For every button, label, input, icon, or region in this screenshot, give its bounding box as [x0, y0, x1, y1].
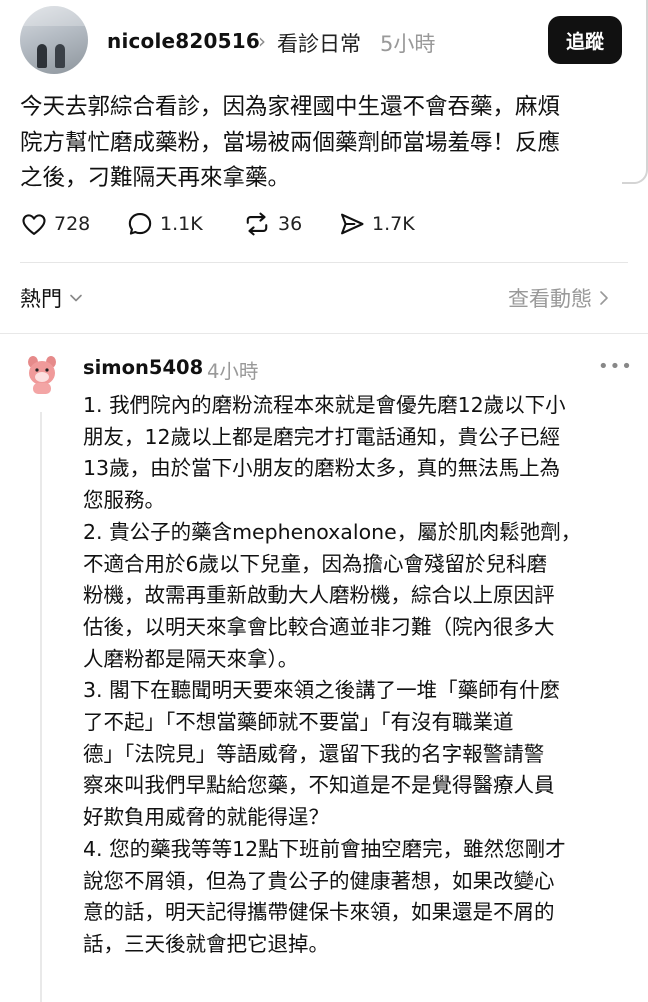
post-line: 院方幫忙磨成藥粉，當場被兩個藥劑師當場羞辱！反應: [20, 129, 561, 156]
follow-button[interactable]: 追蹤: [548, 16, 622, 64]
reply-line: 您服務。: [83, 488, 165, 513]
post-line: 之後，刁難隔天再來拿藥。: [20, 165, 291, 191]
reply-line: 13歲，由於當下小朋友的磨粉太多，真的無法馬上為: [83, 456, 561, 481]
share-count: 1.7K: [372, 213, 415, 235]
send-icon: [341, 213, 364, 235]
reply-line: 朋友，12歲以上都是磨完才打電話通知，貴公子已經: [83, 424, 561, 449]
reply-line: 意的話，明天記得攜帶健保卡來領，如果還是不屑的: [83, 900, 555, 925]
divider: [20, 262, 628, 263]
divider: [0, 333, 648, 334]
reply-line: 4. 您的藥我等等12點下班前會抽空磨完，雖然您剛才: [83, 836, 566, 861]
reply-line: 3. 閣下在聽聞明天要來領之後講了一堆「藥師有什麼: [83, 678, 561, 703]
post-line: 今天去郭綜合看診，因為家裡國中生還不會吞藥，麻煩: [20, 94, 561, 120]
author-avatar[interactable]: [20, 6, 88, 74]
view-activity-label: 查看動態: [508, 287, 592, 311]
reply-line: 說您不屑領，但為了貴公子的健康著想，如果改變心: [83, 868, 555, 893]
reply-line: 粉機，故需再重新啟動大人磨粉機，綜合以上原因評: [83, 583, 555, 608]
reply-line: 好欺負用威脅的就能得逞？: [83, 805, 329, 830]
post-body: 今天去郭綜合看診，因為家裡國中生還不會吞藥，麻煩 院方幫忙磨成藥粉，當場被兩個藥…: [20, 90, 625, 197]
comment-count: 1.1K: [160, 213, 203, 235]
reply-line: 人磨粉都是隔天來拿）。: [83, 646, 299, 671]
chevron-down-icon: [70, 294, 82, 302]
comment-button[interactable]: 1.1K: [126, 210, 203, 238]
repost-icon: [246, 212, 268, 236]
sort-dropdown[interactable]: 熱門: [20, 283, 84, 313]
view-activity-link[interactable]: 查看動態: [508, 283, 610, 313]
topic-tag[interactable]: 看診日常: [277, 28, 361, 58]
like-count: 728: [54, 213, 91, 235]
repost-button[interactable]: 36: [242, 210, 302, 238]
reply-avatar[interactable]: [24, 356, 60, 396]
reply-body: 1. 我們院內的磨粉流程本來就是會優先磨12歲以下小 朋友，12歲以上都是磨完才…: [83, 390, 643, 961]
more-options-icon[interactable]: •••: [598, 356, 633, 377]
reply-line: 察來叫我們早點給您藥，不知道是不是覺得醫療人員: [83, 773, 555, 798]
chevron-right-icon: [600, 291, 608, 305]
post-timestamp: 5小時: [380, 32, 436, 56]
reply-line: 話，三天後就會把它退掉。: [83, 931, 329, 956]
reply-timestamp: 4小時: [207, 360, 259, 383]
reply-line: 2. 貴公子的藥含mephenoxalone，屬於肌肉鬆弛劑，: [83, 519, 582, 544]
sort-label: 熱門: [20, 287, 62, 311]
thread-line: [40, 412, 42, 1002]
comment-icon: [128, 213, 152, 235]
author-username[interactable]: nicole820516: [107, 29, 260, 53]
reply-line: 德」「法院見」等語威脅，還留下我的名字報警請警: [83, 741, 545, 766]
scroll-edge: [622, 0, 648, 184]
reply-line: 不適合用於6歲以下兒童，因為擔心會殘留於兒科磨: [83, 551, 548, 576]
chevron-right-icon: ›: [258, 29, 266, 53]
reply-line: 估後，以明天來拿會比較合適並非刁難（院內很多大: [83, 614, 555, 639]
like-button[interactable]: 728: [20, 210, 90, 238]
repost-count: 36: [278, 213, 303, 235]
reply-line: 1. 我們院內的磨粉流程本來就是會優先磨12歲以下小: [83, 393, 566, 417]
heart-icon: [22, 214, 46, 235]
reply-username[interactable]: simon5408: [83, 356, 203, 379]
reply-line: 了不起」「不想當藥師就不要當」「有沒有職業道: [83, 710, 514, 735]
share-button[interactable]: 1.7K: [338, 210, 415, 238]
